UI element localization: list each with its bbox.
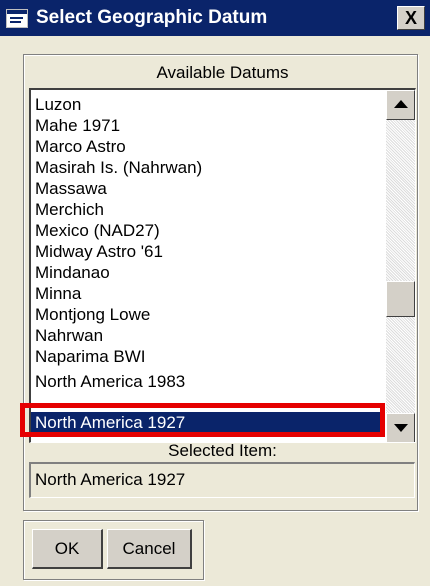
selected-item-label: Selected Item: <box>168 441 277 460</box>
datum-listbox[interactable]: Luzon Mahe 1971 Marco Astro Masirah Is. … <box>29 88 416 443</box>
arrow-down-icon <box>394 424 408 432</box>
scroll-thumb[interactable] <box>386 281 415 317</box>
window-icon <box>6 9 28 28</box>
window-title: Select Geographic Datum <box>36 7 268 28</box>
arrow-up-icon <box>394 100 408 108</box>
scroll-up-button[interactable] <box>386 90 415 120</box>
vertical-scrollbar[interactable] <box>386 90 415 442</box>
scroll-down-button[interactable] <box>386 413 415 442</box>
datum-list-items: Luzon Mahe 1971 Marco Astro Masirah Is. … <box>31 90 386 442</box>
list-item[interactable]: Massawa <box>35 178 107 199</box>
list-item[interactable]: Nahrwan <box>35 325 103 346</box>
list-item[interactable]: Minna <box>35 283 81 304</box>
selected-item-field: North America 1927 <box>29 462 415 498</box>
cancel-button[interactable]: Cancel <box>107 529 192 569</box>
list-item[interactable]: Mahe 1971 <box>35 115 120 136</box>
ok-button[interactable]: OK <box>32 529 103 569</box>
list-item[interactable]: Naparima BWI <box>35 346 146 367</box>
available-datums-label: Available Datums <box>156 63 289 82</box>
list-item[interactable]: Mexico (NAD27) <box>35 220 160 241</box>
list-item[interactable]: Merchich <box>35 199 104 220</box>
list-item[interactable]: Masirah Is. (Nahrwan) <box>35 157 202 178</box>
title-bar[interactable]: Select Geographic Datum X <box>0 0 430 36</box>
list-item[interactable]: Luzon <box>35 94 81 115</box>
list-item[interactable]: North America 1983 <box>35 371 185 392</box>
selection-highlight-frame <box>20 403 385 437</box>
list-item[interactable]: Montjong Lowe <box>35 304 150 325</box>
list-item[interactable]: Mindanao <box>35 262 110 283</box>
close-button[interactable]: X <box>397 6 425 30</box>
list-item[interactable]: Midway Astro '61 <box>35 241 163 262</box>
list-item[interactable]: Marco Astro <box>35 136 126 157</box>
